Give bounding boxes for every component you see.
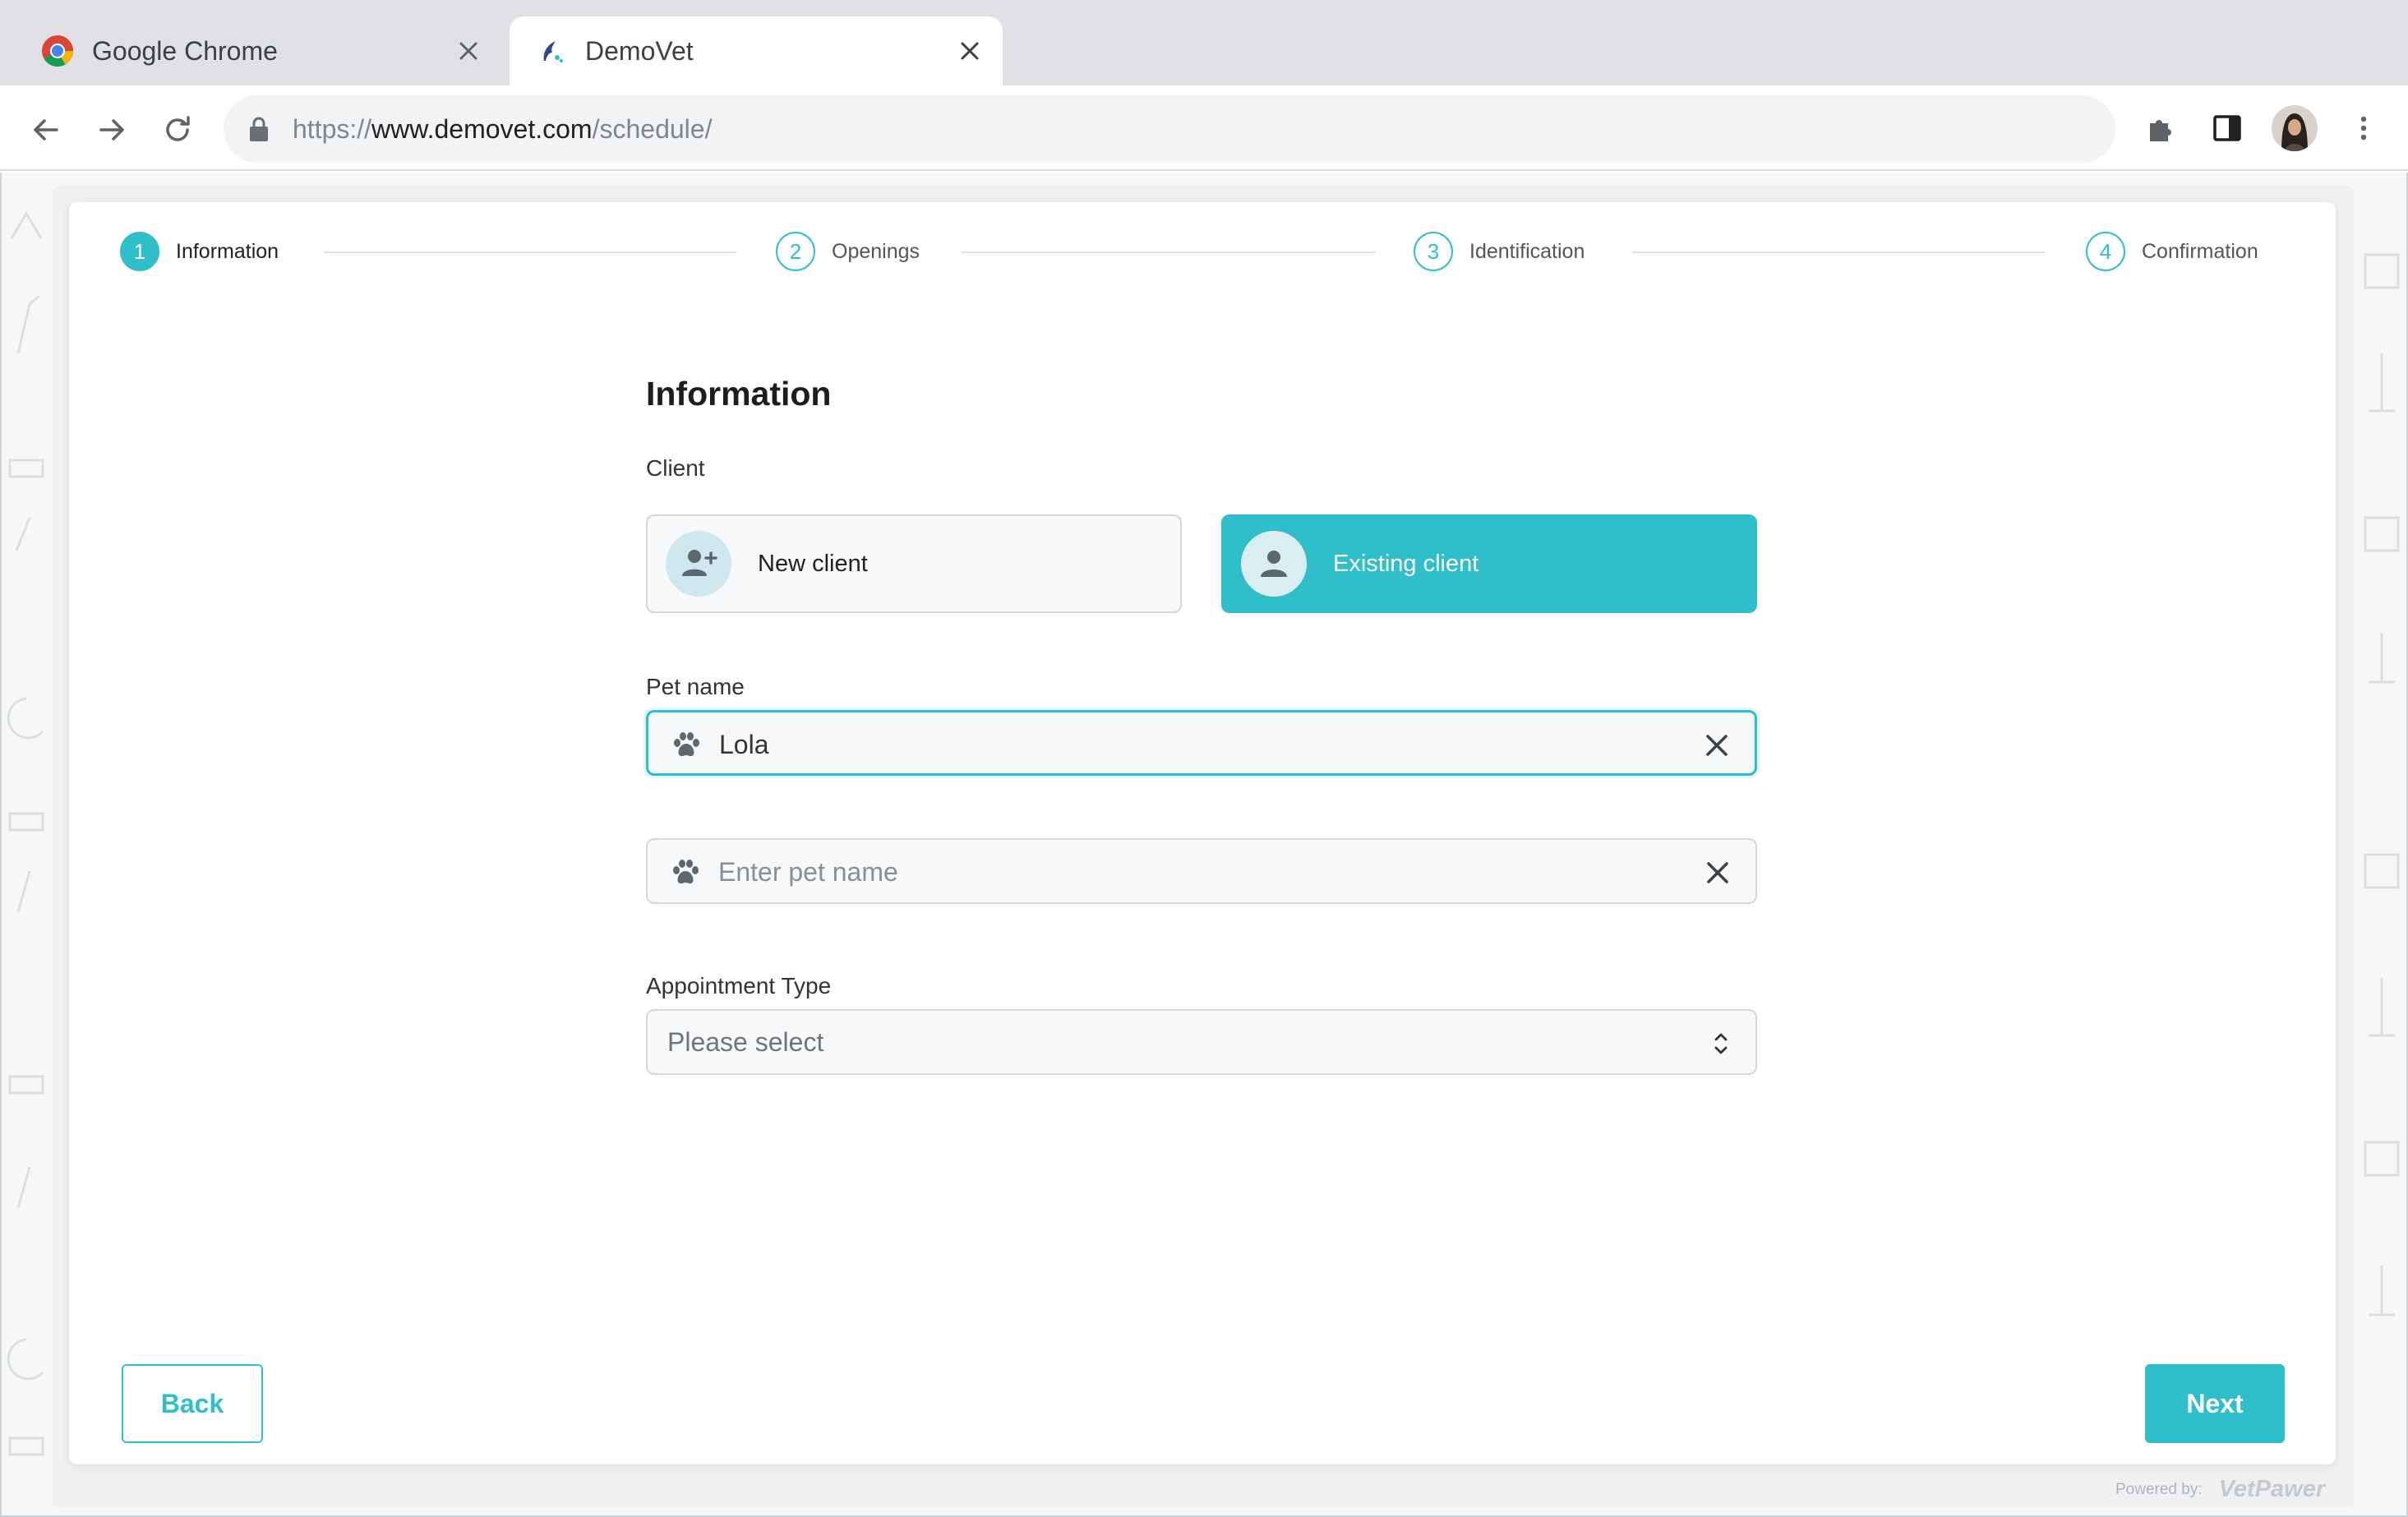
browser-toolbar: https://www.demovet.com/schedule/ [0, 85, 2408, 171]
new-client-label: New client [758, 550, 868, 577]
address-bar[interactable]: https://www.demovet.com/schedule/ [224, 95, 2115, 163]
tab-title: DemoVet [585, 36, 694, 66]
next-button[interactable]: Next [2145, 1364, 2285, 1443]
browser-menu-button[interactable] [2342, 107, 2385, 150]
more-vertical-icon [2360, 116, 2367, 141]
clear-icon[interactable] [1700, 729, 1733, 762]
booking-card: 1 Information 2 Openings 3 Identificatio… [69, 202, 2336, 1464]
progress-stepper: 1 Information 2 Openings 3 Identificatio… [69, 202, 2336, 301]
lock-icon [250, 117, 268, 141]
chrome-icon [42, 35, 74, 67]
step-label: Information [176, 239, 279, 263]
pet-name-input[interactable] [719, 721, 1672, 768]
appointment-type-label: Appointment Type [646, 973, 832, 998]
powered-by: Powered by: VetPawer [2115, 1476, 2325, 1503]
tab-title: Google Chrome [92, 36, 278, 66]
step-information[interactable]: 1 Information [120, 232, 279, 271]
appointment-type-select[interactable]: Please select [646, 1009, 1757, 1075]
step-openings[interactable]: 2 Openings [776, 232, 920, 271]
pet-name-field[interactable] [646, 710, 1757, 776]
puzzle-icon [2150, 120, 2171, 141]
decorative-pattern-right [2364, 253, 2400, 1316]
browser-tab-bar: Google Chrome DemoVet [0, 0, 2408, 85]
select-placeholder: Please select [667, 1027, 824, 1057]
paw-icon [674, 732, 699, 757]
step-number: 1 [120, 232, 159, 271]
reload-button[interactable] [155, 107, 201, 153]
step-label: Openings [832, 239, 920, 263]
profile-avatar-icon [2272, 105, 2318, 151]
step-number: 2 [776, 232, 815, 271]
side-panel-button[interactable] [2206, 107, 2249, 150]
step-connector [962, 251, 1376, 253]
forward-nav-button[interactable] [89, 107, 135, 153]
tab-demovet[interactable]: DemoVet [510, 16, 1003, 85]
chevron-up-down-icon [1714, 1033, 1728, 1054]
extensions-button[interactable] [2140, 107, 2183, 150]
step-number: 4 [2086, 232, 2125, 271]
additional-pet-name-field[interactable] [646, 838, 1757, 904]
close-icon[interactable] [450, 33, 487, 69]
client-label: Client [646, 455, 705, 481]
url-path: /schedule/ [592, 114, 713, 144]
step-label: Confirmation [2142, 239, 2258, 263]
step-label: Identification [1469, 239, 1585, 263]
back-nav-button[interactable] [23, 107, 69, 153]
step-connector [1632, 251, 2045, 253]
paw-icon [673, 860, 699, 884]
powered-by-text: Powered by: [2115, 1480, 2203, 1498]
existing-client-button[interactable]: Existing client [1221, 514, 1757, 613]
clear-icon[interactable] [1701, 856, 1734, 889]
tab-google-chrome[interactable]: Google Chrome [16, 16, 501, 85]
step-number: 3 [1414, 232, 1453, 271]
step-confirmation[interactable]: 4 Confirmation [2086, 232, 2258, 271]
arrow-right-icon [99, 119, 124, 141]
step-connector [324, 251, 736, 253]
pet-name-input-empty[interactable] [718, 848, 1672, 896]
decorative-pattern-left [7, 211, 44, 1456]
side-panel-icon [2213, 115, 2241, 141]
existing-client-label: Existing client [1333, 550, 1479, 577]
arrow-left-icon [34, 119, 58, 141]
url-scheme: https:// [293, 114, 372, 144]
url-host: www.demovet.com [371, 114, 593, 144]
new-client-button[interactable]: New client [646, 514, 1182, 613]
reload-icon [166, 116, 190, 141]
user-icon [1241, 531, 1307, 597]
pet-name-label: Pet name [646, 674, 745, 699]
step-identification[interactable]: 3 Identification [1414, 232, 1585, 271]
page-title: Information [646, 375, 832, 413]
page-background: 1 Information 2 Openings 3 Identificatio… [0, 173, 2408, 1517]
url-text: https://www.demovet.com/schedule/ [293, 112, 712, 146]
close-icon[interactable] [952, 33, 988, 69]
vetpawer-logo[interactable]: VetPawer [2219, 1476, 2326, 1503]
add-user-icon [666, 531, 731, 597]
avatar[interactable] [2272, 105, 2318, 151]
demovet-favicon [543, 41, 563, 62]
back-button[interactable]: Back [122, 1364, 263, 1443]
